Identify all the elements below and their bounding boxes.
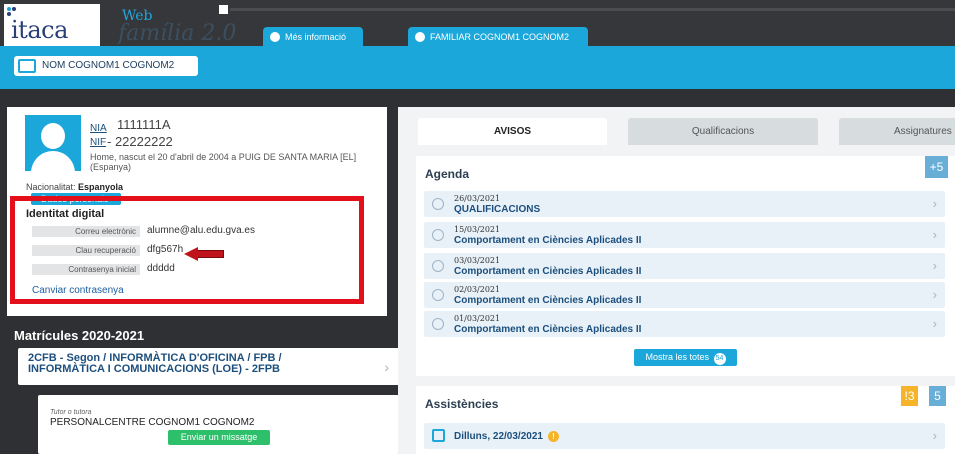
- nif-value: - 22222222: [107, 134, 173, 149]
- clock-icon: [432, 289, 444, 301]
- student-selector[interactable]: NOM COGNOM1 COGNOM2: [14, 56, 198, 76]
- warning-icon: !: [547, 431, 559, 442]
- enrollment-item[interactable]: 2CFB - Segon / INFORMÀTICA D'OFICINA / F…: [18, 348, 399, 385]
- agenda-item[interactable]: 26/03/2021 QUALIFICACIONS ›: [424, 191, 945, 217]
- agenda-item[interactable]: 15/03/2021 Comportament en Ciències Apli…: [424, 222, 945, 248]
- user-icon: [415, 32, 425, 42]
- agenda-item[interactable]: 02/03/2021 Comportament en Ciències Apli…: [424, 282, 945, 308]
- tutor-name: PERSONALCENTRE COGNOM1 COGNOM2: [50, 417, 255, 428]
- tab-avisos[interactable]: AVISOS: [418, 118, 607, 145]
- chevron-right-icon: ›: [932, 196, 937, 211]
- agenda-date: 15/03/2021: [454, 225, 501, 234]
- header-marker: [219, 5, 228, 14]
- nif-label: NIF: [90, 137, 107, 148]
- agenda-more-badge[interactable]: +5: [925, 156, 948, 178]
- nia-label: NIA: [90, 123, 107, 134]
- agenda-date: 01/03/2021: [454, 314, 501, 323]
- top-header: itaca Web família 2.0 Més informació FAM…: [0, 0, 955, 47]
- clock-icon: [432, 229, 444, 241]
- show-all-label: Mostra les totes: [645, 352, 709, 362]
- tutor-label: Tutor o tutora: [50, 409, 92, 416]
- attendance-warning-badge[interactable]: !3: [901, 386, 918, 406]
- agenda-title: Agenda: [425, 167, 470, 181]
- logo-text: itaca: [11, 16, 68, 44]
- tutor-card: Tutor o tutora PERSONALCENTRE COGNOM1 CO…: [38, 395, 399, 454]
- enrollment-course: 2CFB - Segon / INFORMÀTICA D'OFICINA / F…: [28, 352, 282, 375]
- show-all-button[interactable]: Mostra les totes 54: [634, 349, 737, 366]
- chevron-right-icon: ›: [932, 258, 937, 273]
- attendance-date: Dilluns, 22/03/2021!: [454, 431, 559, 442]
- agenda-title-text: Comportament en Ciències Aplicades II: [454, 324, 642, 335]
- tab-more-info[interactable]: Més informació: [263, 27, 363, 47]
- agenda-date: 26/03/2021: [454, 194, 501, 203]
- nia-value: 1111111A: [117, 117, 171, 132]
- agenda-date: 02/03/2021: [454, 285, 501, 294]
- brand-subtitle: família 2.0: [118, 21, 237, 46]
- avatar: [25, 115, 81, 171]
- chevron-right-icon: ›: [932, 316, 937, 331]
- enrollments-title: Matrícules 2020-2021: [14, 328, 145, 343]
- clock-icon: [432, 198, 444, 210]
- show-all-count: 54: [713, 353, 726, 365]
- agenda-item[interactable]: 03/03/2021 Comportament en Ciències Apli…: [424, 253, 945, 279]
- attendance-item[interactable]: Dilluns, 22/03/2021! ›: [424, 423, 945, 449]
- chevron-right-icon: ›: [932, 428, 937, 443]
- chevron-right-icon: ›: [932, 287, 937, 302]
- chevron-right-icon: ›: [384, 359, 389, 375]
- calendar-icon: [432, 429, 445, 442]
- attendance-title: Assistències: [425, 397, 499, 411]
- tab-family-user[interactable]: FAMILIAR COGNOM1 COGNOM2: [408, 27, 588, 47]
- student-card-icon: [18, 59, 36, 73]
- attendance-count-badge[interactable]: 5: [929, 386, 946, 406]
- agenda-panel: Agenda +5 26/03/2021 QUALIFICACIONS › 15…: [416, 156, 955, 376]
- tab-more-info-label: Més informació: [285, 32, 347, 42]
- nationality: Nacionalitat: Espanyola: [26, 182, 124, 192]
- agenda-date: 03/03/2021: [454, 256, 501, 265]
- header-line: [230, 8, 955, 11]
- tab-assignatures[interactable]: Assignatures: [839, 118, 955, 145]
- student-name: NOM COGNOM1 COGNOM2: [42, 60, 175, 71]
- clock-icon: [432, 318, 444, 330]
- agenda-item[interactable]: 01/03/2021 Comportament en Ciències Apli…: [424, 311, 945, 337]
- itaca-logo[interactable]: itaca: [4, 4, 100, 46]
- send-message-button[interactable]: Enviar un missatge: [168, 430, 270, 445]
- info-icon: [270, 32, 280, 42]
- tab-qualificacions[interactable]: Qualificacions: [628, 118, 818, 145]
- chevron-right-icon: ›: [932, 227, 937, 242]
- agenda-title-text: QUALIFICACIONS: [454, 204, 541, 215]
- agenda-title-text: Comportament en Ciències Aplicades II: [454, 295, 642, 306]
- birth-info: Home, nascut el 20 d'abril de 2004 a PUI…: [90, 152, 357, 172]
- agenda-title-text: Comportament en Ciències Aplicades II: [454, 266, 642, 277]
- attendance-panel: Assistències !3 5 Dilluns, 22/03/2021! ›: [416, 386, 955, 454]
- highlight-frame: [10, 196, 364, 304]
- clock-icon: [432, 260, 444, 272]
- tab-family-user-label: FAMILIAR COGNOM1 COGNOM2: [430, 32, 570, 42]
- agenda-title-text: Comportament en Ciències Aplicades II: [454, 235, 642, 246]
